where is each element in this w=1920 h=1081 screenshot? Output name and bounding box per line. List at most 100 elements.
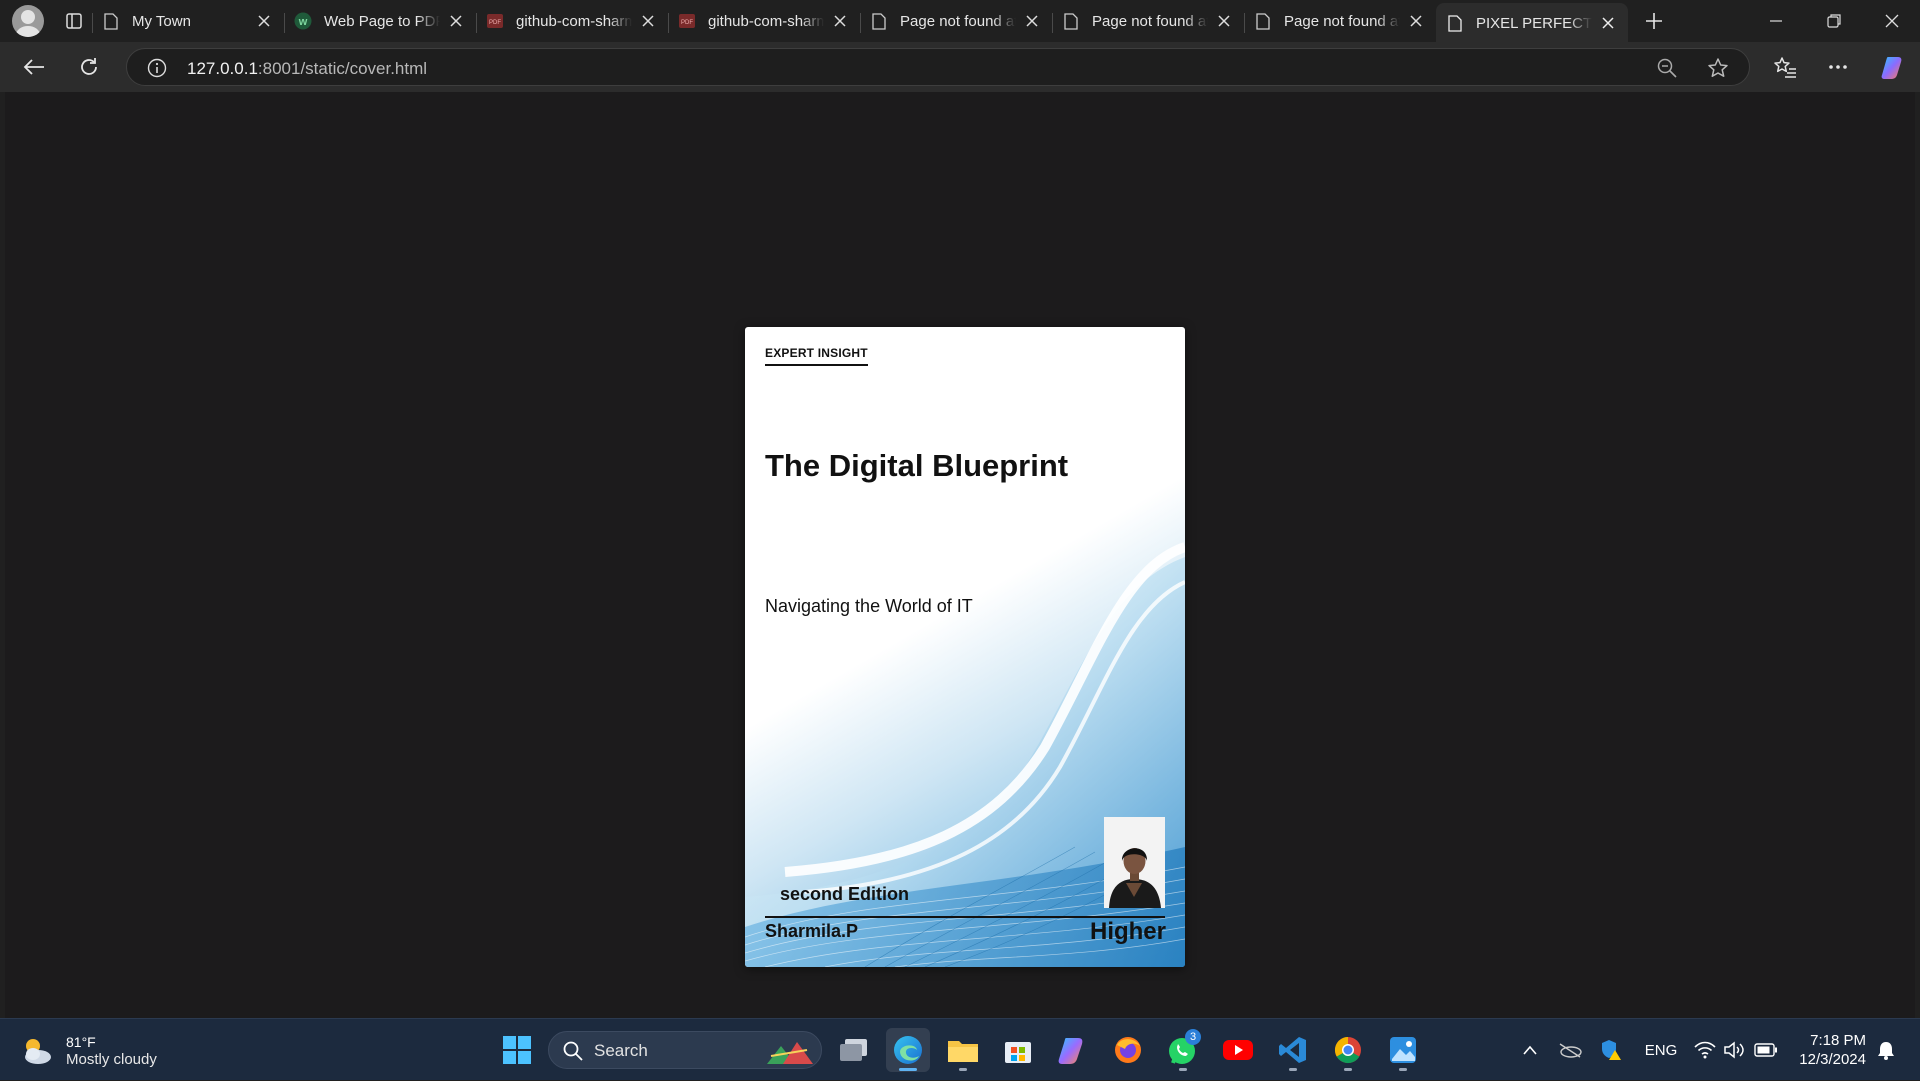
volume-status[interactable]: [1722, 1019, 1748, 1081]
close-icon: [1885, 14, 1899, 28]
youtube-icon: [1223, 1040, 1253, 1060]
page-icon: [1446, 14, 1464, 32]
battery-status[interactable]: [1752, 1019, 1780, 1081]
pdf-icon: PDF: [486, 12, 504, 30]
battery-icon: [1754, 1043, 1777, 1057]
close-tab-icon[interactable]: [1406, 11, 1426, 31]
system-clock[interactable]: 7:18 PM 12/3/2024: [1799, 1031, 1866, 1069]
wifi-icon: [1694, 1041, 1716, 1059]
onedrive-status[interactable]: [1556, 1019, 1584, 1081]
tab-0[interactable]: My Town: [92, 3, 284, 39]
restore-button[interactable]: [1806, 0, 1862, 42]
search-highlight-graphic-icon: [767, 1042, 813, 1064]
search-icon: [563, 1041, 583, 1061]
file-explorer-button[interactable]: [941, 1028, 985, 1072]
whatsapp-button[interactable]: 3: [1161, 1028, 1205, 1072]
task-view-button[interactable]: [832, 1028, 876, 1072]
new-tab-button[interactable]: [1634, 3, 1674, 39]
close-window-button[interactable]: [1864, 0, 1920, 42]
clock-time: 7:18 PM: [1810, 1032, 1866, 1049]
author-name: Sharmila.P: [765, 921, 859, 941]
refresh-button[interactable]: [71, 49, 107, 85]
tab-title: Page not found at: [900, 12, 1016, 30]
youtube-button[interactable]: [1216, 1028, 1260, 1072]
tab-title: Web Page to PDF: [324, 12, 440, 30]
firefox-icon: [1115, 1037, 1141, 1063]
tab-actions-icon[interactable]: [56, 3, 92, 39]
start-button[interactable]: [495, 1028, 539, 1072]
vscode-button[interactable]: [1271, 1028, 1315, 1072]
firefox-button[interactable]: [1106, 1028, 1150, 1072]
edge-taskbar-button[interactable]: [886, 1028, 930, 1072]
copilot-icon: [1058, 1038, 1083, 1064]
close-tab-icon[interactable]: [254, 11, 274, 31]
tab-1[interactable]: w Web Page to PDF: [284, 3, 476, 39]
settings-menu-button[interactable]: [1820, 49, 1856, 85]
book-title: The Digital Blueprint: [765, 448, 1069, 483]
favorites-list-icon: [1774, 57, 1796, 78]
tab-title: Page not found at: [1284, 12, 1400, 30]
favorite-star-icon[interactable]: [1707, 57, 1729, 79]
store-icon: [1005, 1042, 1031, 1063]
page-icon: [870, 12, 888, 30]
copilot-taskbar-button[interactable]: [1051, 1028, 1095, 1072]
close-tab-icon[interactable]: [1022, 11, 1042, 31]
back-button[interactable]: [16, 49, 52, 85]
edge-icon: [894, 1036, 922, 1064]
page-icon: [1254, 12, 1272, 30]
back-arrow-icon: [23, 59, 44, 75]
weather-temperature: 81°F: [66, 1034, 96, 1050]
page-icon: [1062, 12, 1080, 30]
bell-icon: [1878, 1042, 1894, 1060]
chrome-button[interactable]: [1326, 1028, 1370, 1072]
store-button[interactable]: [996, 1028, 1040, 1072]
tab-2[interactable]: PDF github-com-sharmila: [476, 3, 668, 39]
folder-icon: [948, 1041, 978, 1062]
w-logo-icon: w: [294, 12, 312, 30]
browser-toolbar: 127.0.0.1:8001/static/cover.html: [0, 42, 1920, 92]
close-tab-icon[interactable]: [1598, 13, 1618, 33]
search-label: Search: [594, 1041, 648, 1060]
notifications-button[interactable]: [1872, 1019, 1900, 1081]
address-url[interactable]: 127.0.0.1:8001/static/cover.html: [187, 59, 427, 79]
tab-title: PIXEL PERFECT: Book: [1476, 14, 1592, 32]
tab-6[interactable]: Page not found at: [1244, 3, 1436, 39]
author-photo: [1104, 817, 1165, 908]
tab-title: github-com-sharmila: [708, 12, 824, 30]
zoom-out-icon[interactable]: [1657, 58, 1677, 78]
cloudy-weather-icon: [25, 1039, 51, 1064]
photos-button[interactable]: [1381, 1028, 1425, 1072]
show-hidden-icons-button[interactable]: [1518, 1019, 1542, 1081]
refresh-icon: [81, 58, 97, 75]
security-status[interactable]: [1598, 1019, 1624, 1081]
whatsapp-notification-badge: 3: [1185, 1029, 1201, 1045]
minimize-icon: [1770, 20, 1782, 22]
page-viewport: EXPERT INSIGHT The Digital Blueprint Nav…: [5, 92, 1915, 1018]
svg-text:PDF: PDF: [489, 20, 501, 26]
close-tab-icon[interactable]: [830, 11, 850, 31]
tab-3[interactable]: PDF github-com-sharmila: [668, 3, 860, 39]
svg-text:PDF: PDF: [681, 20, 693, 26]
wifi-status[interactable]: [1692, 1019, 1718, 1081]
copilot-button[interactable]: [1876, 49, 1912, 85]
tab-5[interactable]: Page not found at: [1052, 3, 1244, 39]
language-indicator[interactable]: ENG: [1642, 1019, 1680, 1081]
pdf-icon: PDF: [678, 12, 696, 30]
address-bar[interactable]: 127.0.0.1:8001/static/cover.html: [126, 48, 1750, 86]
close-tab-icon[interactable]: [1214, 11, 1234, 31]
profile-avatar[interactable]: [12, 5, 44, 37]
tab-4[interactable]: Page not found at: [860, 3, 1052, 39]
taskbar-search[interactable]: Search: [548, 1031, 822, 1069]
minimize-button[interactable]: [1748, 0, 1804, 42]
publisher-name: Higher: [1089, 918, 1166, 945]
vscode-icon: [1279, 1037, 1306, 1063]
chrome-icon: [1334, 1036, 1361, 1064]
close-tab-icon[interactable]: [446, 11, 466, 31]
task-view-icon: [840, 1039, 867, 1061]
weather-widget[interactable]: 81°F Mostly cloudy: [20, 1033, 157, 1069]
favorites-button[interactable]: [1767, 49, 1803, 85]
page-icon: [102, 12, 120, 30]
tab-7-active[interactable]: PIXEL PERFECT: Book: [1436, 3, 1628, 43]
close-tab-icon[interactable]: [638, 11, 658, 31]
site-info-icon[interactable]: [147, 58, 167, 78]
